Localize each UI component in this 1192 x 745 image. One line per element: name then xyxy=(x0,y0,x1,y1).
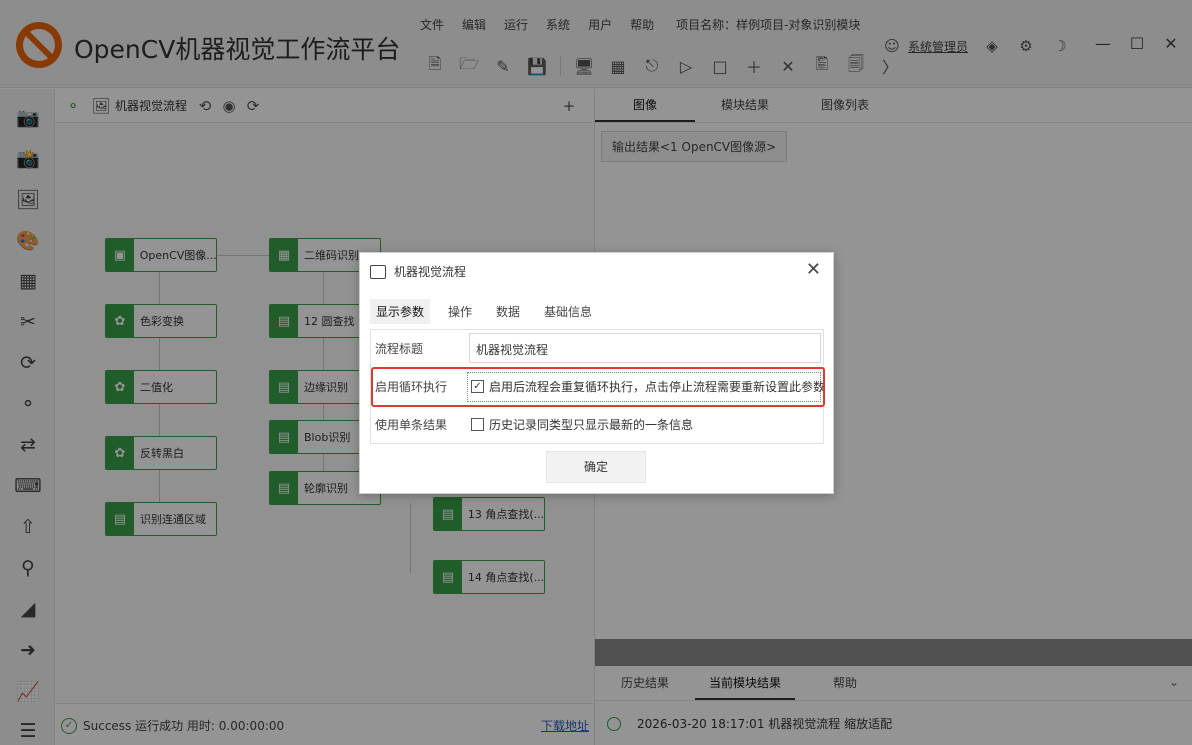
tab-data[interactable]: 数据 xyxy=(490,299,526,324)
single-result-checkbox[interactable]: 历史记录同类型只显示最新的一条信息 xyxy=(471,416,693,433)
checkbox-unchecked-icon xyxy=(471,418,484,431)
single-result-label: 使用单条结果 xyxy=(375,418,448,432)
params-grid: 流程标题 机器视觉流程 启用循环执行 ✓ 启用后流程会重复循环执行，点击停止流程… xyxy=(370,329,825,444)
dialog-title: 机器视觉流程 xyxy=(394,265,467,279)
dialog-tabs: 显示参数 操作 数据 基础信息 xyxy=(370,299,610,324)
tab-operations[interactable]: 操作 xyxy=(442,299,478,324)
tab-basic-info[interactable]: 基础信息 xyxy=(538,299,598,324)
flow-title-field[interactable]: 机器视觉流程 xyxy=(469,333,821,363)
dialog-window-icon xyxy=(370,264,386,279)
flow-settings-dialog: 机器视觉流程 ✕ 显示参数 操作 数据 基础信息 流程标题 机器视觉流程 启用循… xyxy=(359,252,834,494)
dialog-title-bar: 机器视觉流程 xyxy=(370,263,466,280)
single-result-text: 历史记录同类型只显示最新的一条信息 xyxy=(489,418,694,432)
highlight-box xyxy=(371,367,825,407)
close-icon[interactable]: ✕ xyxy=(806,259,821,280)
flow-title-label: 流程标题 xyxy=(375,342,424,356)
row-flow-title: 流程标题 机器视觉流程 xyxy=(371,330,823,365)
tab-display-params[interactable]: 显示参数 xyxy=(370,299,431,324)
row-single-result: 使用单条结果 历史记录同类型只显示最新的一条信息 xyxy=(371,406,823,441)
ok-button[interactable]: 确定 xyxy=(546,451,646,483)
